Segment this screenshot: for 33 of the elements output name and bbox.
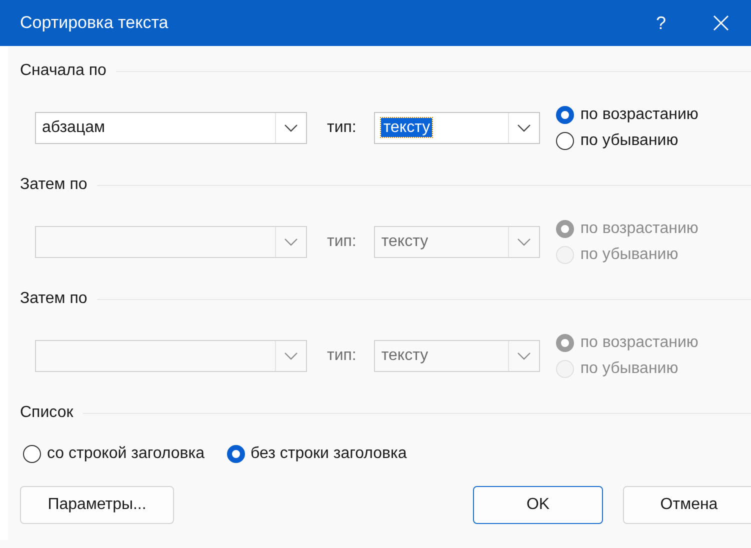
radio-label: по убыванию	[580, 360, 678, 378]
radio-label: по возрастанию	[580, 106, 698, 124]
window-title: Сортировка текста	[20, 13, 170, 33]
cancel-button[interactable]: Отмена	[623, 486, 751, 524]
radio-button[interactable]	[23, 445, 41, 463]
sort-by-dropdown[interactable]: абзацам	[35, 112, 307, 144]
radio-button[interactable]	[556, 132, 574, 150]
section-heading: Список	[20, 404, 74, 422]
chevron-down-icon	[517, 124, 532, 132]
radio-label: по убыванию	[580, 132, 678, 150]
section-heading: Затем по	[20, 176, 88, 194]
radio-button[interactable]	[226, 445, 245, 463]
type-label: тип:	[327, 119, 356, 137]
radio-label: со строкой заголовка	[47, 445, 205, 463]
ok-button[interactable]: OK	[473, 486, 603, 524]
radio-label: без строки заголовка	[250, 445, 407, 463]
chevron-down-icon	[284, 238, 298, 246]
radio-label: по убыванию	[580, 246, 678, 264]
chevron-down-icon	[284, 352, 298, 360]
section-heading: Сначала по	[20, 62, 106, 80]
radio-button[interactable]	[556, 106, 574, 124]
chevron-down-icon	[517, 352, 532, 360]
type-dropdown[interactable]: тексту	[374, 112, 540, 144]
radio-label: по возрастанию	[580, 220, 698, 238]
help-button[interactable]: ?	[631, 12, 691, 34]
type-label: тип:	[327, 233, 356, 251]
chevron-down-icon	[284, 124, 298, 132]
options-button[interactable]: Параметры...	[20, 486, 174, 524]
chevron-down-icon	[517, 238, 532, 246]
section-heading: Затем по	[20, 290, 88, 308]
close-icon[interactable]	[713, 15, 729, 31]
radio-label: по возрастанию	[580, 334, 698, 352]
type-label: тип:	[327, 347, 356, 365]
